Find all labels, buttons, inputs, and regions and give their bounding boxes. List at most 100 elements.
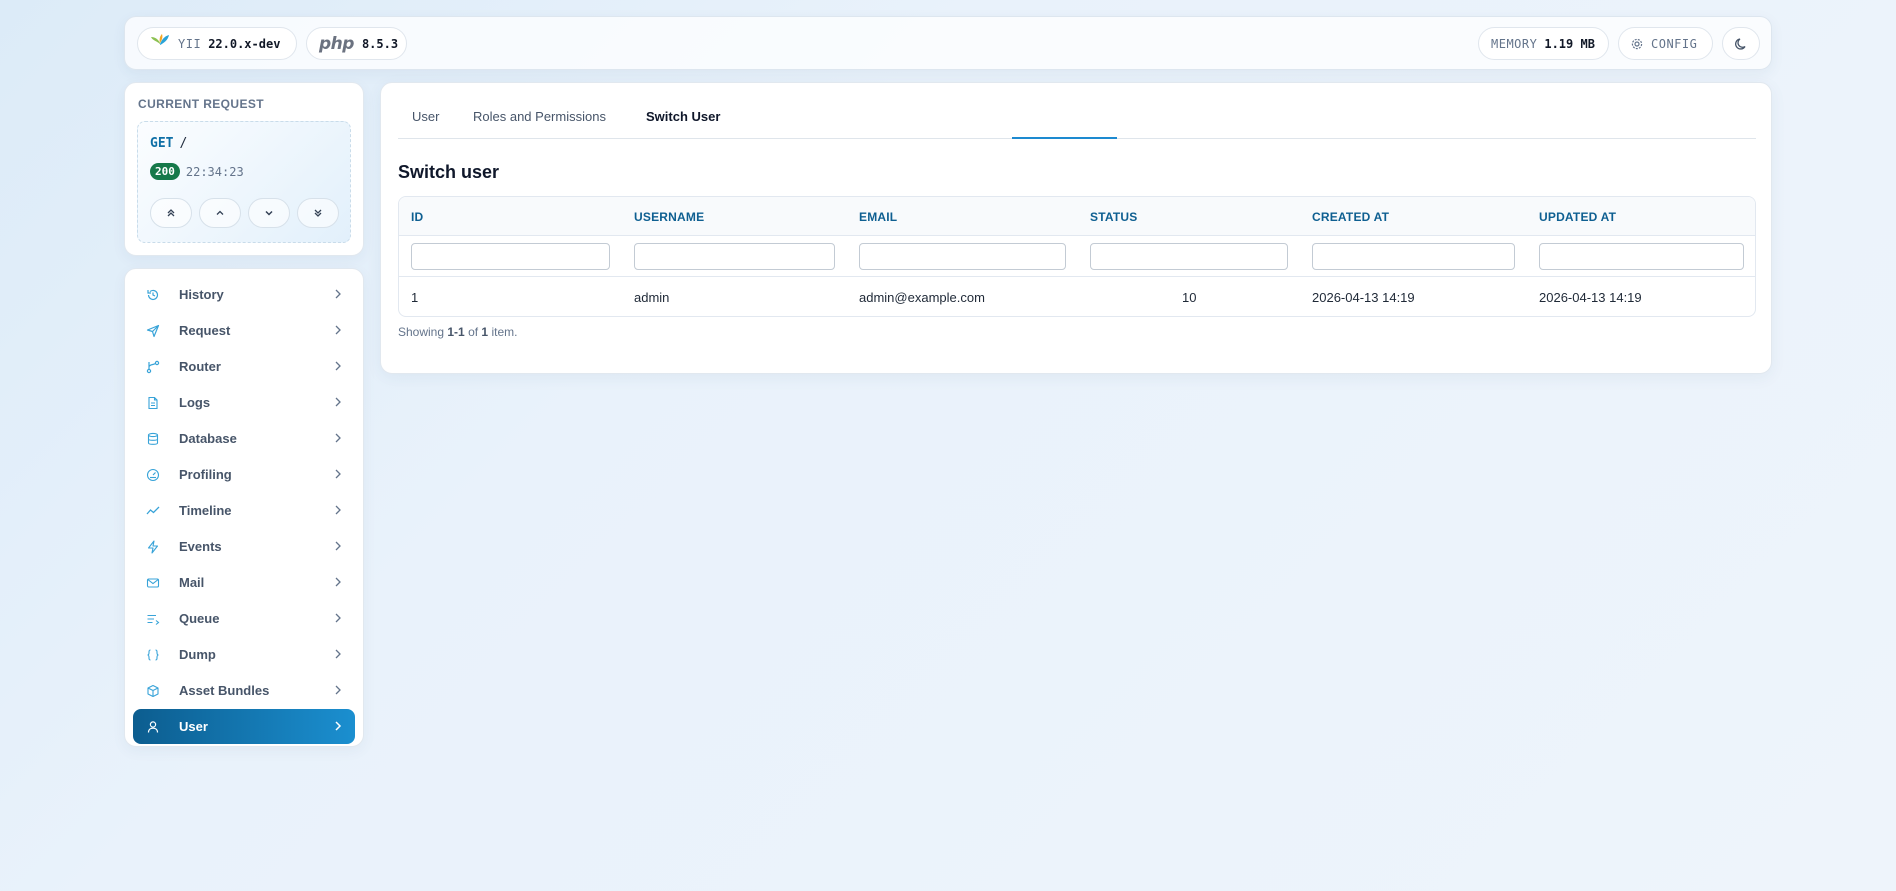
sidebar-item-label: Mail	[179, 575, 205, 590]
bolt-icon	[145, 539, 161, 555]
top-bar: YII 22.0.x-dev php 8.5.3 MEMORY 1.19 MB …	[124, 16, 1772, 70]
cell-status: 10	[1182, 290, 1197, 305]
cell-id: 1	[411, 290, 419, 305]
chevron-right-icon	[335, 397, 341, 407]
next-request-button[interactable]	[248, 198, 290, 228]
sidebar-item-user[interactable]: User	[133, 709, 355, 744]
chevron-right-icon	[335, 649, 341, 659]
sidebar-item-label: Profiling	[179, 467, 232, 482]
tab-switch-user[interactable]: Switch User	[646, 109, 720, 139]
theme-toggle-button[interactable]	[1722, 27, 1760, 60]
memory-label: MEMORY	[1491, 36, 1538, 51]
page-title: Switch user	[398, 162, 500, 182]
sidebar-item-timeline[interactable]: Timeline	[133, 493, 355, 528]
summary-range: 1-1	[447, 325, 465, 339]
column-header-status[interactable]: STATUS	[1090, 210, 1137, 224]
sidebar-item-history[interactable]: History	[133, 277, 355, 312]
column-header-username[interactable]: USERNAME	[634, 210, 704, 224]
sidebar-item-label: Request	[179, 323, 231, 338]
first-request-button[interactable]	[150, 198, 192, 228]
tab-roles-and-permissions[interactable]: Roles and Permissions	[473, 109, 606, 139]
trend-icon	[145, 503, 161, 519]
chevron-right-icon	[335, 289, 341, 299]
php-logo: php	[319, 33, 354, 54]
sidebar-item-logs[interactable]: Logs	[133, 385, 355, 420]
sidebar-item-label: Asset Bundles	[179, 683, 270, 698]
summary-of: of	[468, 325, 479, 339]
filter-created-at-input[interactable]	[1312, 243, 1515, 270]
memory-value: 1.19 MB	[1544, 36, 1595, 51]
sidebar-item-label: Queue	[179, 611, 220, 626]
chevron-right-icon	[335, 613, 341, 623]
request-status-line: 200 22:34:23	[150, 163, 244, 180]
sidebar-item-label: History	[179, 287, 224, 302]
history-icon	[145, 287, 161, 303]
config-button[interactable]: CONFIG	[1618, 27, 1713, 60]
main-panel: User Roles and Permissions Switch User S…	[380, 82, 1772, 374]
yii-version: 22.0.x-dev	[208, 36, 281, 51]
sidebar-item-events[interactable]: Events	[133, 529, 355, 564]
chevrons-down-icon	[314, 209, 322, 217]
active-tab-indicator	[1012, 137, 1117, 139]
sidebar-item-router[interactable]: Router	[133, 349, 355, 384]
previous-request-button[interactable]	[199, 198, 241, 228]
request-navigation	[150, 198, 339, 228]
filter-id-input[interactable]	[411, 243, 610, 270]
request-line: GET /	[150, 136, 187, 151]
summary-prefix: Showing	[398, 325, 445, 339]
column-header-email[interactable]: EMAIL	[859, 210, 897, 224]
chevron-right-icon	[335, 361, 341, 371]
filter-updated-at-input[interactable]	[1539, 243, 1744, 270]
chevron-right-icon	[335, 433, 341, 443]
table-header: ID USERNAME EMAIL STATUS CREATED AT UPDA…	[399, 197, 1755, 236]
gauge-icon	[145, 467, 161, 483]
config-label: CONFIG	[1651, 36, 1698, 51]
sidebar-item-label: User	[179, 719, 208, 734]
column-header-updated-at[interactable]: UPDATED AT	[1539, 210, 1616, 224]
column-header-created-at[interactable]: CREATED AT	[1312, 210, 1389, 224]
chevron-down-icon	[265, 210, 273, 216]
sidebar-item-mail[interactable]: Mail	[133, 565, 355, 600]
filter-email-input[interactable]	[859, 243, 1066, 270]
sidebar-item-label: Dump	[179, 647, 216, 662]
sidebar-item-label: Logs	[179, 395, 211, 410]
last-request-button[interactable]	[297, 198, 339, 228]
chevron-right-icon	[335, 469, 341, 479]
mail-icon	[145, 575, 161, 591]
sidebar-item-label: Router	[179, 359, 221, 374]
request-summary: GET / 200 22:34:23	[137, 121, 351, 243]
yii-label: YII	[178, 36, 202, 51]
chevron-right-icon	[335, 325, 341, 335]
filter-username-input[interactable]	[634, 243, 835, 270]
sidebar-item-asset-bundles[interactable]: Asset Bundles	[133, 673, 355, 708]
chevron-right-icon	[335, 685, 341, 695]
yii-version-pill: YII 22.0.x-dev	[137, 27, 297, 60]
file-icon	[145, 395, 161, 411]
sidebar-item-request[interactable]: Request	[133, 313, 355, 348]
moon-icon	[1735, 37, 1746, 50]
filter-status-input[interactable]	[1090, 243, 1288, 270]
database-icon	[145, 431, 161, 447]
current-request-title: CURRENT REQUEST	[138, 97, 265, 111]
sidebar: History Request Router Logs Database Pro…	[124, 268, 364, 747]
php-version-pill: php 8.5.3	[306, 27, 407, 60]
column-header-id[interactable]: ID	[411, 210, 423, 224]
tab-user[interactable]: User	[412, 109, 439, 139]
sidebar-item-queue[interactable]: Queue	[133, 601, 355, 636]
chevron-right-icon	[335, 541, 341, 551]
php-version: 8.5.3	[361, 36, 399, 51]
gear-icon	[1631, 38, 1643, 49]
tab-bar: User Roles and Permissions Switch User	[398, 83, 1756, 139]
user-icon	[145, 719, 161, 735]
sidebar-item-dump[interactable]: Dump	[133, 637, 355, 672]
sidebar-item-database[interactable]: Database	[133, 421, 355, 456]
table-summary: Showing 1-1 of 1 item.	[398, 325, 517, 339]
filter-row	[399, 236, 1755, 277]
current-request-card: CURRENT REQUEST GET / 200 22:34:23	[124, 82, 364, 256]
chevron-right-icon	[335, 721, 342, 731]
sidebar-item-label: Timeline	[179, 503, 232, 518]
sidebar-item-profiling[interactable]: Profiling	[133, 457, 355, 492]
yii-logo-icon	[151, 33, 169, 53]
summary-total: 1	[481, 325, 489, 339]
send-icon	[145, 323, 161, 339]
